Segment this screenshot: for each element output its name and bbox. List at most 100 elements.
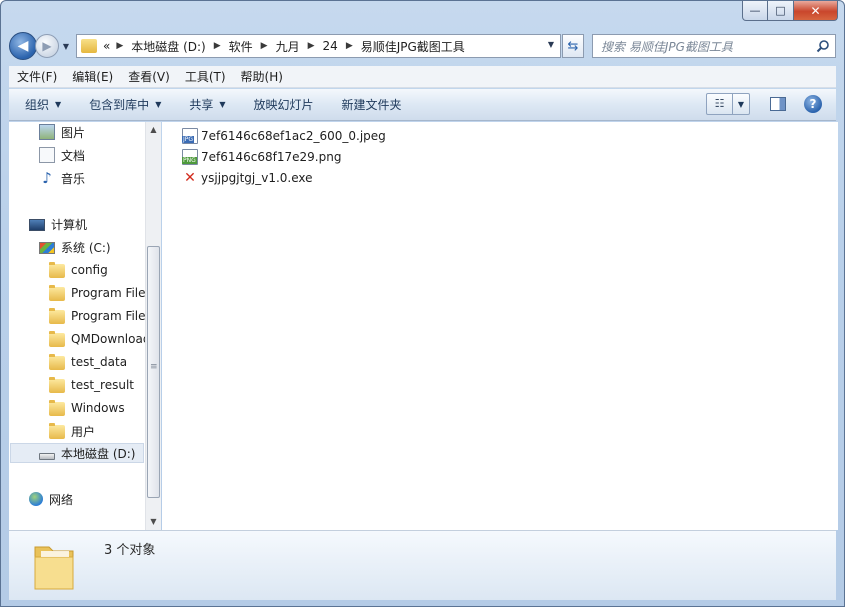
scroll-up-icon[interactable]: ▲ xyxy=(146,122,161,138)
explorer-window: — □ ✕ ◀ ▶ ▼ « ▶ 本地磁盘 (D:) ▶ 软件 ▶ 九月 ▶ 24… xyxy=(0,0,845,607)
organize-label: 组织 xyxy=(25,98,50,112)
nav-item-label: QMDownload xyxy=(71,332,145,346)
view-details-icon[interactable]: ☷ xyxy=(707,94,733,114)
breadcrumb-overflow[interactable]: « xyxy=(103,39,110,53)
file-item[interactable]: ✕ ysjjpgjtgj_v1.0.exe xyxy=(182,168,313,188)
details-pane: 3 个对象 xyxy=(9,530,836,600)
address-row: ◀ ▶ ▼ « ▶ 本地磁盘 (D:) ▶ 软件 ▶ 九月 ▶ 24 ▶ 易顺佳… xyxy=(9,31,836,61)
file-name: 7ef6146c68ef1ac2_600_0.jpeg xyxy=(201,129,386,143)
nav-item-label: test_data xyxy=(71,355,128,369)
nav-item-label: Windows xyxy=(71,401,125,415)
nav-item-label: test_result xyxy=(71,378,134,392)
nav-item-documents[interactable]: 文档 xyxy=(39,145,85,165)
search-icon[interactable] xyxy=(816,39,830,53)
nav-item-label: config xyxy=(71,263,108,277)
help-icon[interactable]: ? xyxy=(804,95,822,113)
recent-pages-dropdown[interactable]: ▼ xyxy=(60,42,72,51)
folder-icon xyxy=(81,39,97,53)
organize-button[interactable]: 组织 ▼ xyxy=(25,96,61,113)
nav-item-folder[interactable]: test_result xyxy=(49,375,134,395)
forward-button[interactable]: ▶ xyxy=(35,34,59,58)
nav-item-folder[interactable]: Program Files (x86) xyxy=(49,306,145,326)
nav-item-label: 网络 xyxy=(49,492,74,507)
file-item[interactable]: 7ef6146c68ef1ac2_600_0.jpeg xyxy=(182,126,386,146)
menu-edit[interactable]: 编辑(E) xyxy=(72,68,113,85)
nav-item-label: 计算机 xyxy=(51,217,88,232)
nav-item-computer[interactable]: 计算机 xyxy=(29,214,87,234)
refresh-icon: ⇆ xyxy=(567,38,579,54)
documents-icon xyxy=(39,147,55,163)
breadcrumb-item[interactable]: 易顺佳JPG截图工具 xyxy=(361,38,465,55)
nav-pane-scrollbar[interactable]: ▲ ≡ ▼ xyxy=(145,122,161,530)
change-view-button[interactable]: ☷ ▼ xyxy=(706,93,750,115)
chevron-right-icon[interactable]: ▶ xyxy=(261,41,268,51)
file-name: ysjjpgjtgj_v1.0.exe xyxy=(201,171,313,185)
menu-bar: 文件(F) 编辑(E) 查看(V) 工具(T) 帮助(H) xyxy=(9,66,836,88)
folder-icon xyxy=(49,376,65,393)
folder-icon xyxy=(49,330,65,347)
address-bar[interactable]: « ▶ 本地磁盘 (D:) ▶ 软件 ▶ 九月 ▶ 24 ▶ 易顺佳JPG截图工… xyxy=(76,34,561,58)
maximize-button[interactable]: □ xyxy=(768,1,794,21)
nav-item-folder[interactable]: Windows xyxy=(49,398,125,418)
nav-item-folder[interactable]: config xyxy=(49,260,108,280)
menu-help[interactable]: 帮助(H) xyxy=(241,68,283,85)
new-folder-button[interactable]: 新建文件夹 xyxy=(342,96,402,113)
nav-item-folder[interactable]: Program Files xyxy=(49,283,145,303)
minimize-button[interactable]: — xyxy=(742,1,768,21)
chevron-right-icon: ▶ xyxy=(116,41,124,51)
nav-item-network[interactable]: 网络 xyxy=(29,489,73,509)
breadcrumb-item[interactable]: 24 xyxy=(323,39,338,53)
chevron-down-icon[interactable]: ▼ xyxy=(548,40,554,49)
chevron-right-icon[interactable]: ▶ xyxy=(346,41,353,51)
network-icon xyxy=(29,492,43,506)
back-button[interactable]: ◀ xyxy=(9,32,37,60)
nav-item-folder[interactable]: 用户 xyxy=(49,421,95,441)
nav-item-label: 音乐 xyxy=(61,171,86,186)
nav-item-folder[interactable]: QMDownload xyxy=(49,329,145,349)
nav-item-label: 图片 xyxy=(61,125,86,140)
breadcrumb-item[interactable]: 本地磁盘 (D:) xyxy=(131,38,205,55)
nav-item-local-disk[interactable]: 本地磁盘 (D:) xyxy=(10,443,144,463)
breadcrumb-item[interactable]: 九月 xyxy=(276,38,300,55)
png-file-icon xyxy=(182,149,198,165)
include-in-library-button[interactable]: 包含到库中 ▼ xyxy=(89,96,161,113)
chevron-down-icon[interactable]: ▼ xyxy=(733,100,749,109)
chevron-right-icon[interactable]: ▶ xyxy=(214,41,221,51)
drive-icon xyxy=(39,452,55,460)
slideshow-button[interactable]: 放映幻灯片 xyxy=(254,96,314,113)
menu-view[interactable]: 查看(V) xyxy=(128,68,170,85)
menu-tools[interactable]: 工具(T) xyxy=(185,68,226,85)
folder-icon xyxy=(49,399,65,416)
drive-windows-icon xyxy=(39,242,55,254)
nav-item-label: 文档 xyxy=(61,148,86,163)
chevron-right-icon[interactable]: ▶ xyxy=(308,41,315,51)
close-button[interactable]: ✕ xyxy=(794,1,838,21)
music-icon: ♪ xyxy=(42,169,52,187)
scroll-down-icon[interactable]: ▼ xyxy=(146,514,161,530)
folder-icon xyxy=(49,307,65,324)
nav-item-label: 用户 xyxy=(71,424,96,439)
nav-item-pictures[interactable]: 图片 xyxy=(39,122,85,142)
nav-item-music[interactable]: ♪ 音乐 xyxy=(39,168,85,188)
pictures-icon xyxy=(39,124,55,140)
nav-item-folder[interactable]: test_data xyxy=(49,352,127,372)
nav-item-label: Program Files (x86) xyxy=(71,309,145,323)
scrollbar-thumb[interactable] xyxy=(147,246,160,498)
chevron-down-icon: ▼ xyxy=(219,100,226,109)
chevron-down-icon: ▼ xyxy=(155,100,162,109)
menu-file[interactable]: 文件(F) xyxy=(17,68,57,85)
nav-item-label: 本地磁盘 (D:) xyxy=(61,446,136,461)
search-placeholder: 搜索 易顺佳JPG截图工具 xyxy=(601,39,733,54)
breadcrumb-item[interactable]: 软件 xyxy=(229,38,253,55)
file-item[interactable]: 7ef6146c68f17e29.png xyxy=(182,147,341,167)
refresh-button[interactable]: ⇆ xyxy=(562,34,584,58)
nav-item-system-drive[interactable]: 系统 (C:) xyxy=(39,237,111,257)
back-arrow-icon: ◀ xyxy=(17,38,29,54)
command-bar: 组织 ▼ 包含到库中 ▼ 共享 ▼ 放映幻灯片 新建文件夹 ☷ ▼ ? xyxy=(9,89,836,121)
exe-file-icon: ✕ xyxy=(184,170,196,186)
search-input[interactable]: 搜索 易顺佳JPG截图工具 xyxy=(592,34,836,58)
navigation-pane: 图片 文档 ♪ 音乐 计算机 系统 (C:) config Program Fi… xyxy=(9,122,160,530)
grip-icon: ≡ xyxy=(150,362,158,372)
share-button[interactable]: 共享 ▼ xyxy=(189,96,225,113)
preview-pane-icon[interactable] xyxy=(770,97,786,111)
